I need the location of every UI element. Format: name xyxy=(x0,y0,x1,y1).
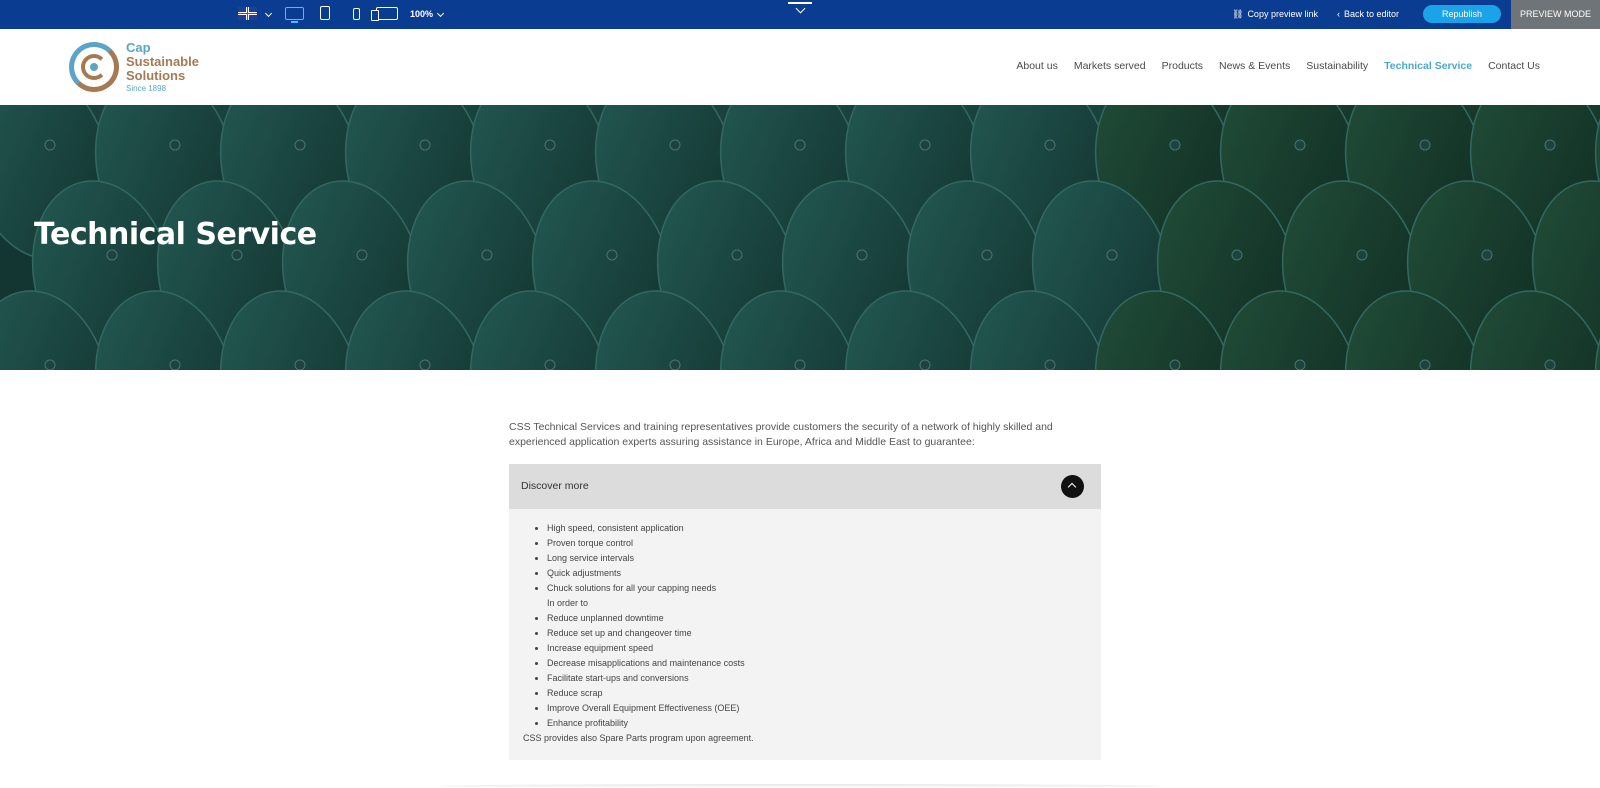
site-header: Cap Sustainable Solutions Since 1898 Abo… xyxy=(0,29,1600,105)
logo-text: Cap Sustainable Solutions xyxy=(126,41,199,83)
chevron-left-icon: ‹ xyxy=(1337,9,1340,19)
list-item: Decrease misapplications and maintenance… xyxy=(547,656,1087,671)
uk-flag-icon[interactable] xyxy=(238,7,257,20)
logo[interactable]: Cap Sustainable Solutions Since 1898 xyxy=(68,41,228,97)
link-icon: ⛓ xyxy=(1232,9,1244,19)
intro-text: CSS Technical Services and training repr… xyxy=(509,421,1053,448)
accordion-body: High speed, consistent applicationProven… xyxy=(509,509,1101,760)
logo-line-2: Sustainable xyxy=(126,54,199,69)
mobile-view-icon[interactable] xyxy=(353,8,360,20)
preview-mode-button[interactable]: PREVIEW MODE xyxy=(1511,0,1600,29)
accordion-footer: CSS provides also Spare Parts program up… xyxy=(523,733,754,743)
list-item: Increase equipment speed xyxy=(547,641,1087,656)
language-chevron-down-icon[interactable] xyxy=(264,9,273,18)
list-item: In order to xyxy=(547,598,589,608)
accordion-label: Discover more xyxy=(521,480,589,492)
page-title: Technical Service xyxy=(34,217,317,252)
list-item: Long service intervals xyxy=(547,551,1087,566)
hero-banner: Technical Service xyxy=(0,105,1600,370)
collapse-toolbar-icon[interactable] xyxy=(788,2,812,16)
list-item: Enhance profitability xyxy=(547,716,1087,731)
editor-toolbar: 100% ⛓ Copy preview link ‹ Back to editor … xyxy=(0,0,1600,29)
nav-about-us[interactable]: About us xyxy=(1016,60,1057,72)
republish-button[interactable]: Republish xyxy=(1423,5,1501,23)
nav-technical-service[interactable]: Technical Service xyxy=(1384,60,1472,72)
accordion: Discover more High speed, consistent app… xyxy=(509,464,1101,760)
list-item: Chuck solutions for all your capping nee… xyxy=(547,581,1087,596)
list-item: Improve Overall Equipment Effectiveness … xyxy=(547,701,1087,716)
nav-products[interactable]: Products xyxy=(1162,60,1203,72)
nav-sustainability[interactable]: Sustainability xyxy=(1306,60,1368,72)
chevron-up-icon[interactable] xyxy=(1061,475,1084,498)
nav-contact-us[interactable]: Contact Us xyxy=(1488,60,1540,72)
copy-preview-link[interactable]: ⛓ Copy preview link xyxy=(1232,9,1318,20)
logo-dot-icon xyxy=(90,63,98,71)
list-item: High speed, consistent application xyxy=(547,521,1087,536)
main-content: CSS Technical Services and training repr… xyxy=(509,420,1101,760)
list-item: Proven torque control xyxy=(547,536,1087,551)
nav-news-events[interactable]: News & Events xyxy=(1219,60,1290,72)
zoom-level[interactable]: 100% xyxy=(410,9,433,19)
tablet-view-icon[interactable] xyxy=(320,6,330,20)
zoom-chevron-down-icon[interactable] xyxy=(436,9,445,18)
desktop-view-icon[interactable] xyxy=(285,7,304,23)
list-item: Reduce unplanned downtime xyxy=(547,611,1087,626)
benefit-list: High speed, consistent applicationProven… xyxy=(523,521,1087,731)
back-to-editor-link[interactable]: ‹ Back to editor xyxy=(1337,9,1399,19)
list-item: Reduce set up and changeover time xyxy=(547,626,1087,641)
nav-markets-served[interactable]: Markets served xyxy=(1074,60,1146,72)
main-nav: About us Markets served Products News & … xyxy=(1000,60,1540,72)
list-item: Quick adjustments xyxy=(547,566,1087,581)
list-item: Facilitate start-ups and conversions xyxy=(547,671,1087,686)
accordion-header[interactable]: Discover more xyxy=(509,464,1101,509)
list-item: Reduce scrap xyxy=(547,686,1087,701)
logo-line-3: Solutions xyxy=(126,68,186,83)
logo-line-1: Cap xyxy=(126,40,151,55)
multi-device-view-icon[interactable] xyxy=(371,7,398,21)
section-shadow xyxy=(440,784,1160,788)
logo-since: Since 1898 xyxy=(126,84,167,93)
